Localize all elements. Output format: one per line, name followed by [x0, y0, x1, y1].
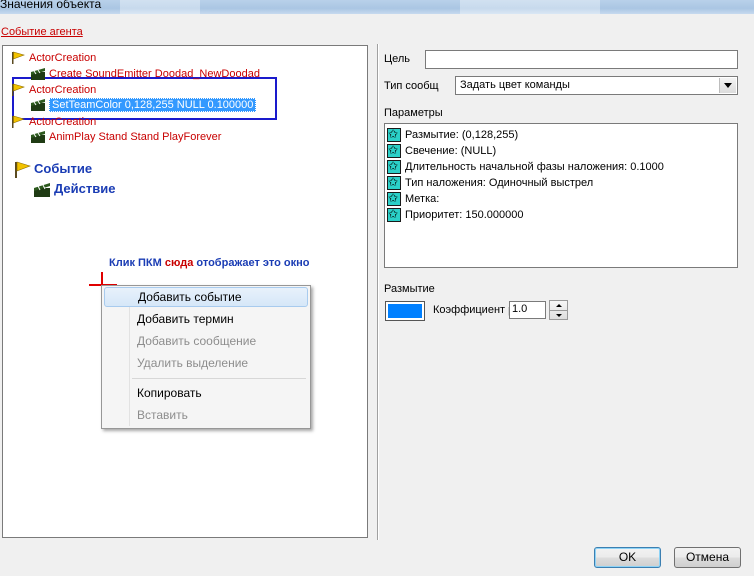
panel-divider — [377, 44, 378, 540]
color-swatch-fill — [388, 304, 422, 318]
coefficient-input[interactable]: 1.0 — [509, 301, 546, 319]
coefficient-label: Коэффициент р — [433, 304, 515, 316]
title-bar-glare — [120, 0, 200, 14]
param-row[interactable]: Свечение: (NULL) — [387, 143, 496, 159]
menu-item-delete-selection[interactable]: Удалить выделение — [104, 353, 308, 373]
star-param-icon — [387, 159, 401, 175]
tree-node-event[interactable]: ActorCreation — [10, 51, 96, 65]
menu-item-add-event[interactable]: Добавить событие — [104, 287, 308, 307]
menu-separator — [132, 378, 306, 379]
star-param-icon — [387, 175, 401, 191]
tree-node-action[interactable]: Create SoundEmitter Doodad_NewDoodad — [30, 67, 260, 81]
star-param-icon — [387, 207, 401, 223]
blur-label: Размытие — [384, 283, 435, 295]
tree-node-event[interactable]: ActorCreation — [10, 83, 96, 97]
star-param-icon — [387, 191, 401, 207]
clapperboard-icon — [31, 131, 45, 144]
chevron-down-icon[interactable] — [719, 78, 736, 93]
right-click-hint: Клик ПКМ сюда отображает это окно — [109, 257, 310, 269]
tree-node-action-selected[interactable]: SetTeamColor 0,128,255 NULL 0.100000 — [30, 98, 257, 112]
target-input[interactable] — [425, 50, 738, 69]
spin-up-icon[interactable] — [550, 301, 567, 311]
target-label: Цель — [384, 53, 411, 65]
tree-node-event[interactable]: ActorCreation — [10, 115, 96, 129]
color-swatch-button[interactable] — [385, 301, 425, 321]
yellow-flag-icon — [12, 115, 25, 129]
param-row[interactable]: Метка: — [387, 191, 439, 207]
legend-event: Событие — [13, 160, 92, 179]
yellow-flag-icon — [12, 83, 25, 97]
menu-item-add-term[interactable]: Добавить термин — [104, 309, 308, 329]
clapperboard-icon — [31, 68, 45, 81]
param-row[interactable]: Длительность начальной фазы наложения: 0… — [387, 159, 664, 175]
trigger-tree[interactable]: ActorCreation Create SoundEmitter Doodad… — [2, 45, 368, 538]
star-param-icon — [387, 143, 401, 159]
tree-node-action[interactable]: AnimPlay Stand Stand PlayForever — [30, 130, 221, 144]
param-row[interactable]: Приоритет: 150.000000 — [387, 207, 523, 223]
menu-item-copy[interactable]: Копировать — [104, 383, 308, 403]
context-menu[interactable]: Добавить событие Добавить термин Добавит… — [101, 285, 311, 429]
cancel-button[interactable]: Отмена — [674, 547, 741, 568]
clapperboard-icon — [31, 99, 45, 112]
legend-action: Действие — [33, 180, 115, 198]
parameters-label: Параметры — [384, 107, 443, 119]
yellow-flag-icon — [15, 161, 31, 178]
message-type-select[interactable]: Задать цвет команды — [455, 76, 738, 95]
star-param-icon — [387, 127, 401, 143]
ok-button[interactable]: OK — [594, 547, 661, 568]
parameters-list[interactable]: Размытие: (0,128,255) Свечение: (NULL) Д… — [384, 123, 738, 268]
param-row[interactable]: Тип наложения: Одиночный выстрел — [387, 175, 593, 191]
message-type-label: Тип сообщ — [384, 80, 439, 92]
yellow-flag-icon — [12, 51, 25, 65]
menu-item-paste[interactable]: Вставить — [104, 405, 308, 425]
title-bar: Значения объекта — [0, 0, 754, 14]
param-row[interactable]: Размытие: (0,128,255) — [387, 127, 518, 143]
window-title: Значения объекта — [0, 0, 102, 11]
menu-item-add-message[interactable]: Добавить сообщение — [104, 331, 308, 351]
title-bar-glare — [460, 0, 600, 14]
agent-event-link[interactable]: Событие агента — [1, 26, 83, 38]
coefficient-spinner[interactable] — [549, 300, 568, 320]
clapperboard-icon — [34, 182, 50, 197]
